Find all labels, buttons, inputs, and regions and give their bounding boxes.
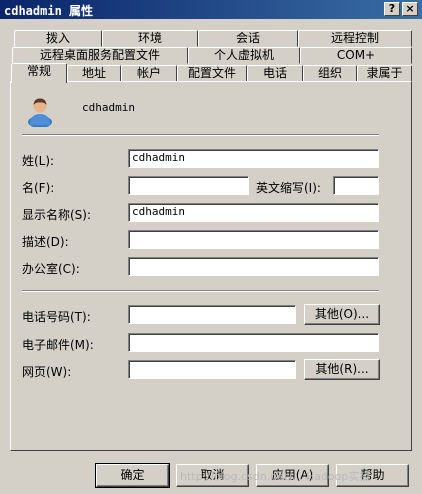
webpage-field[interactable] bbox=[128, 360, 296, 379]
tab-sessions[interactable]: 会话 bbox=[198, 30, 298, 47]
window-title: cdhadmin 属性 bbox=[4, 4, 94, 18]
display-name-label: 显示名称(S): bbox=[22, 208, 92, 222]
initials-field[interactable] bbox=[333, 176, 379, 195]
user-icon bbox=[28, 98, 52, 127]
ok-button[interactable]: 确定 bbox=[95, 463, 170, 488]
tab-dialin[interactable]: 拨入 bbox=[14, 30, 102, 47]
description-label: 描述(D): bbox=[22, 235, 69, 249]
phone-field[interactable] bbox=[128, 305, 296, 324]
tab-personal-vm[interactable]: 个人虚拟机 bbox=[188, 47, 300, 64]
close-button[interactable]: × bbox=[402, 2, 418, 16]
separator-bottom bbox=[22, 290, 379, 292]
display-name-field[interactable]: cdhadmin bbox=[128, 203, 379, 222]
description-field[interactable] bbox=[128, 230, 379, 249]
webpage-label: 网页(W): bbox=[22, 365, 72, 379]
office-field[interactable] bbox=[128, 257, 379, 276]
tab-environment[interactable]: 环境 bbox=[102, 30, 198, 47]
office-label: 办公室(C): bbox=[22, 262, 80, 276]
tab-account[interactable]: 帐户 bbox=[121, 65, 177, 82]
tab-general[interactable]: 常规 bbox=[11, 63, 67, 83]
help-title-button[interactable]: ? bbox=[384, 2, 400, 16]
user-display-name: cdhadmin bbox=[82, 101, 135, 114]
webpage-other-button[interactable]: 其他(R)... bbox=[304, 359, 380, 380]
title-bar: cdhadmin 属性 ? × bbox=[0, 0, 422, 19]
separator-top bbox=[22, 134, 379, 136]
email-field[interactable] bbox=[128, 333, 379, 352]
tab-member-of[interactable]: 隶属于 bbox=[357, 65, 412, 82]
watermark-text: http://blog.csdn.net/... Hadoop实操 bbox=[180, 470, 371, 483]
tab-address[interactable]: 地址 bbox=[67, 65, 121, 82]
tab-rds-profile[interactable]: 远程桌面服务配置文件 bbox=[12, 47, 188, 64]
given-name-field[interactable] bbox=[128, 176, 249, 195]
given-name-label: 名(F): bbox=[22, 181, 55, 195]
tab-profile[interactable]: 配置文件 bbox=[177, 65, 247, 82]
phone-other-button[interactable]: 其他(O)... bbox=[304, 304, 380, 325]
tab-com-plus[interactable]: COM+ bbox=[300, 47, 412, 64]
initials-label: 英文缩写(I): bbox=[256, 181, 321, 195]
email-label: 电子邮件(M): bbox=[22, 338, 94, 352]
tab-telephones[interactable]: 电话 bbox=[247, 65, 303, 82]
tab-remote-control[interactable]: 远程控制 bbox=[298, 30, 412, 47]
surname-label: 姓(L): bbox=[22, 154, 55, 168]
phone-label: 电话号码(T): bbox=[22, 310, 91, 324]
tab-organization[interactable]: 组织 bbox=[303, 65, 357, 82]
surname-field[interactable]: cdhadmin bbox=[128, 149, 379, 168]
